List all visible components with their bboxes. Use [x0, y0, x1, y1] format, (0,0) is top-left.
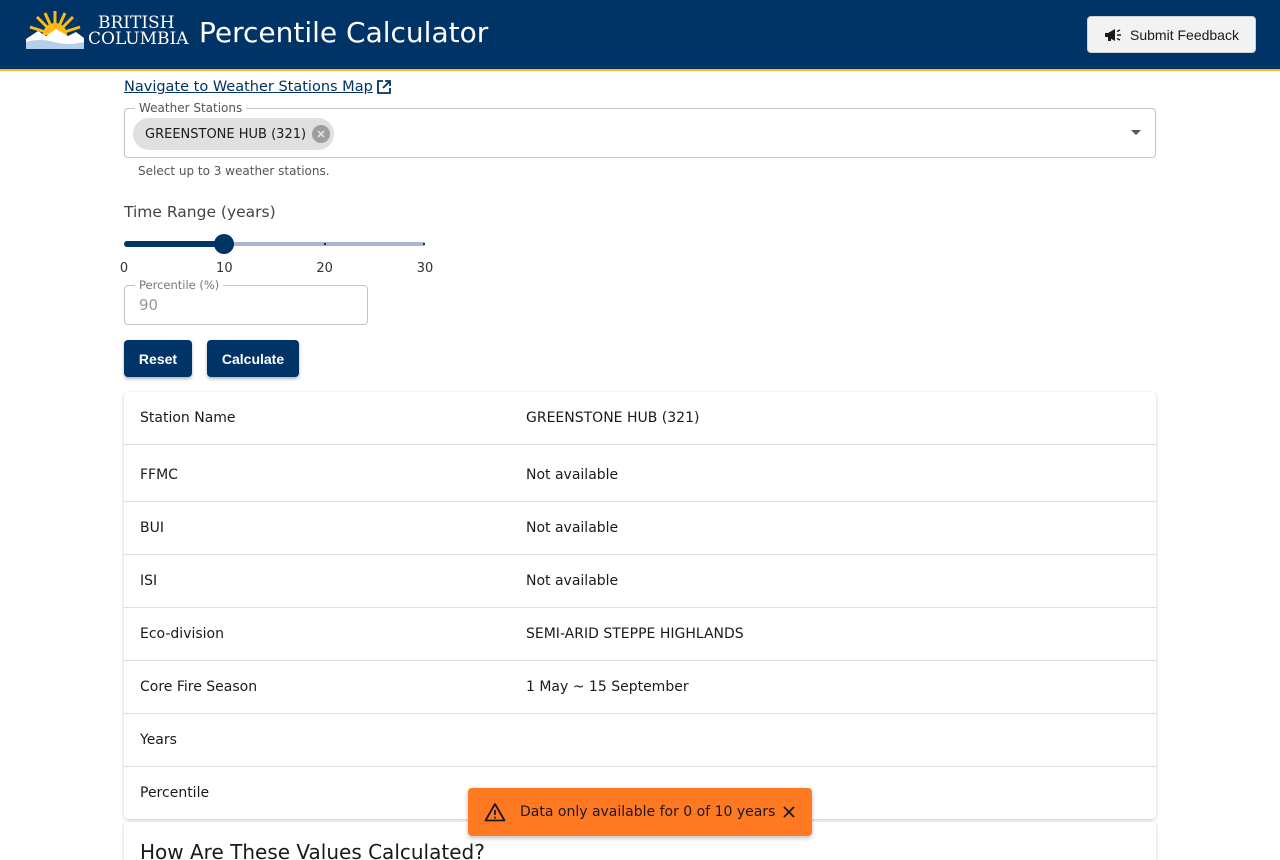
slider-mark-label-10: 10	[216, 261, 233, 276]
row-value: GREENSTONE HUB (321)	[526, 410, 700, 426]
slider-mark-20	[323, 243, 326, 245]
chip-remove-icon[interactable]	[312, 125, 331, 143]
percentile-field[interactable]: Percentile (%) 90	[124, 278, 368, 325]
row-value: Not available	[526, 520, 619, 536]
weather-stations-map-link-label: Navigate to Weather Stations Map	[124, 79, 373, 95]
external-link-icon	[376, 80, 391, 94]
chevron-down-icon[interactable]	[1131, 130, 1141, 135]
stations-helper-text: Select up to 3 weather stations.	[138, 164, 330, 178]
warning-icon	[484, 803, 506, 822]
page-title: Percentile Calculator	[199, 16, 489, 49]
weather-stations-select[interactable]: Weather Stations GREENSTONE HUB (321)	[124, 100, 1156, 158]
slider-thumb[interactable]	[214, 234, 235, 254]
snackbar-message: Data only available for 0 of 10 years	[520, 804, 776, 820]
bc-logo[interactable]: BRITISH COLUMBIA	[24, 9, 189, 53]
slider-mark-labels: 0 10 20 30	[120, 261, 444, 279]
table-row: Station Name GREENSTONE HUB (321)	[124, 392, 1156, 445]
slider-mark-30	[423, 243, 425, 245]
warning-snackbar: Data only available for 0 of 10 years	[468, 788, 812, 836]
row-label: Station Name	[140, 410, 236, 426]
row-label: BUI	[140, 520, 164, 536]
table-row: Core Fire Season 1 May ~ 15 September	[124, 661, 1156, 714]
reset-button[interactable]: Reset	[124, 340, 192, 377]
table-row: BUI Not available	[124, 502, 1156, 555]
row-value: Not available	[526, 467, 619, 483]
row-label: Core Fire Season	[140, 679, 258, 695]
row-label: Years	[140, 732, 177, 748]
time-range-slider[interactable]	[124, 234, 425, 254]
row-label: Percentile	[140, 785, 210, 801]
row-label: Eco-division	[140, 626, 224, 642]
row-label: ISI	[140, 573, 158, 589]
bc-sun-logo-icon	[26, 11, 84, 49]
app-header: BRITISH COLUMBIA Percentile Calculator S…	[0, 0, 1280, 71]
percentile-label: Percentile (%)	[135, 278, 224, 292]
slider-mark-label-30: 30	[416, 261, 434, 276]
slider-mark-label-0: 0	[119, 261, 129, 276]
submit-feedback-label: Submit Feedback	[1130, 26, 1239, 43]
calculate-button[interactable]: Calculate	[207, 340, 299, 377]
weather-stations-label: Weather Stations	[135, 100, 247, 116]
percentile-value: 90	[139, 296, 159, 314]
row-value: Not available	[526, 573, 619, 589]
close-icon[interactable]	[780, 803, 798, 821]
station-chip-label: GREENSTONE HUB (321)	[145, 126, 307, 142]
submit-feedback-button[interactable]: Submit Feedback	[1087, 16, 1256, 53]
how-calculated-heading: How Are These Values Calculated?	[140, 840, 485, 860]
table-row: FFMC Not available	[124, 449, 1156, 502]
row-value: SEMI-ARID STEPPE HIGHLANDS	[526, 626, 744, 642]
close-icon	[317, 130, 325, 138]
row-value: 1 May ~ 15 September	[526, 679, 689, 695]
results-table: Station Name GREENSTONE HUB (321) FFMC N…	[124, 392, 1156, 819]
row-label: FFMC	[140, 467, 178, 483]
megaphone-icon	[1105, 28, 1122, 41]
table-row: ISI Not available	[124, 555, 1156, 608]
bc-logo-text: BRITISH COLUMBIA	[88, 15, 189, 49]
logo-line-2: COLUMBIA	[88, 29, 189, 49]
slider-mark-label-20: 20	[316, 261, 333, 276]
time-range-label: Time Range (years)	[124, 203, 276, 221]
station-chip: GREENSTONE HUB (321)	[133, 118, 335, 150]
weather-stations-map-link[interactable]: Navigate to Weather Stations Map	[124, 79, 392, 95]
slider-track	[124, 241, 225, 247]
table-row: Eco-division SEMI-ARID STEPPE HIGHLANDS	[124, 608, 1156, 661]
table-row: Years	[124, 714, 1156, 767]
